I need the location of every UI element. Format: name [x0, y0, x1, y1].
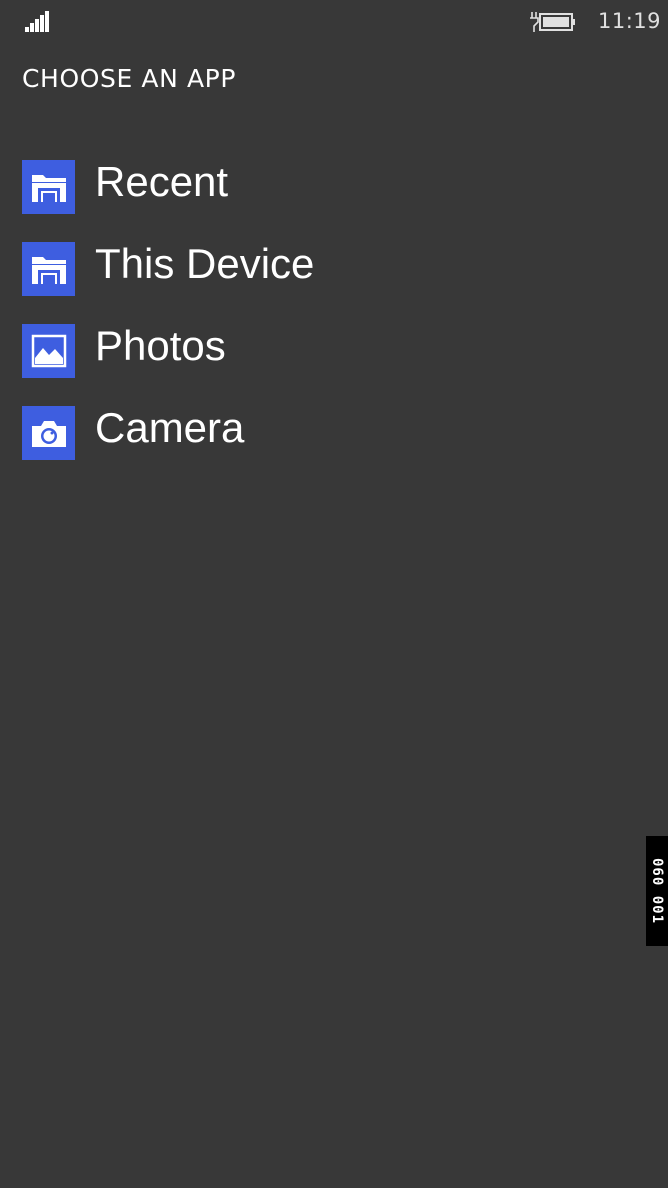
app-label: Photos — [95, 322, 226, 369]
camera-icon — [22, 406, 75, 460]
app-item-photos[interactable]: Photos — [0, 322, 668, 406]
app-label: Recent — [95, 158, 229, 205]
app-picker-screen: 11:19 CHOOSE AN APP Recent This Device P… — [0, 0, 668, 1188]
app-item-this-device[interactable]: This Device — [0, 240, 668, 324]
app-label: Camera — [95, 404, 245, 451]
battery-charging-icon — [530, 12, 575, 32]
status-bar: 11:19 — [0, 0, 668, 48]
app-label: This Device — [95, 240, 315, 287]
folder-icon — [22, 160, 75, 214]
signal-strength-icon — [25, 11, 51, 32]
app-item-recent[interactable]: Recent — [0, 158, 668, 242]
page-title: CHOOSE AN APP — [22, 64, 237, 93]
side-debug-tab: 060 001 — [646, 836, 668, 946]
side-tab-label: 060 001 — [649, 857, 666, 925]
app-list: Recent This Device Photos Camera — [0, 158, 668, 488]
folder-icon — [22, 242, 75, 296]
clock: 11:19 — [598, 9, 662, 33]
photos-icon — [22, 324, 75, 378]
app-item-camera[interactable]: Camera — [0, 404, 668, 488]
